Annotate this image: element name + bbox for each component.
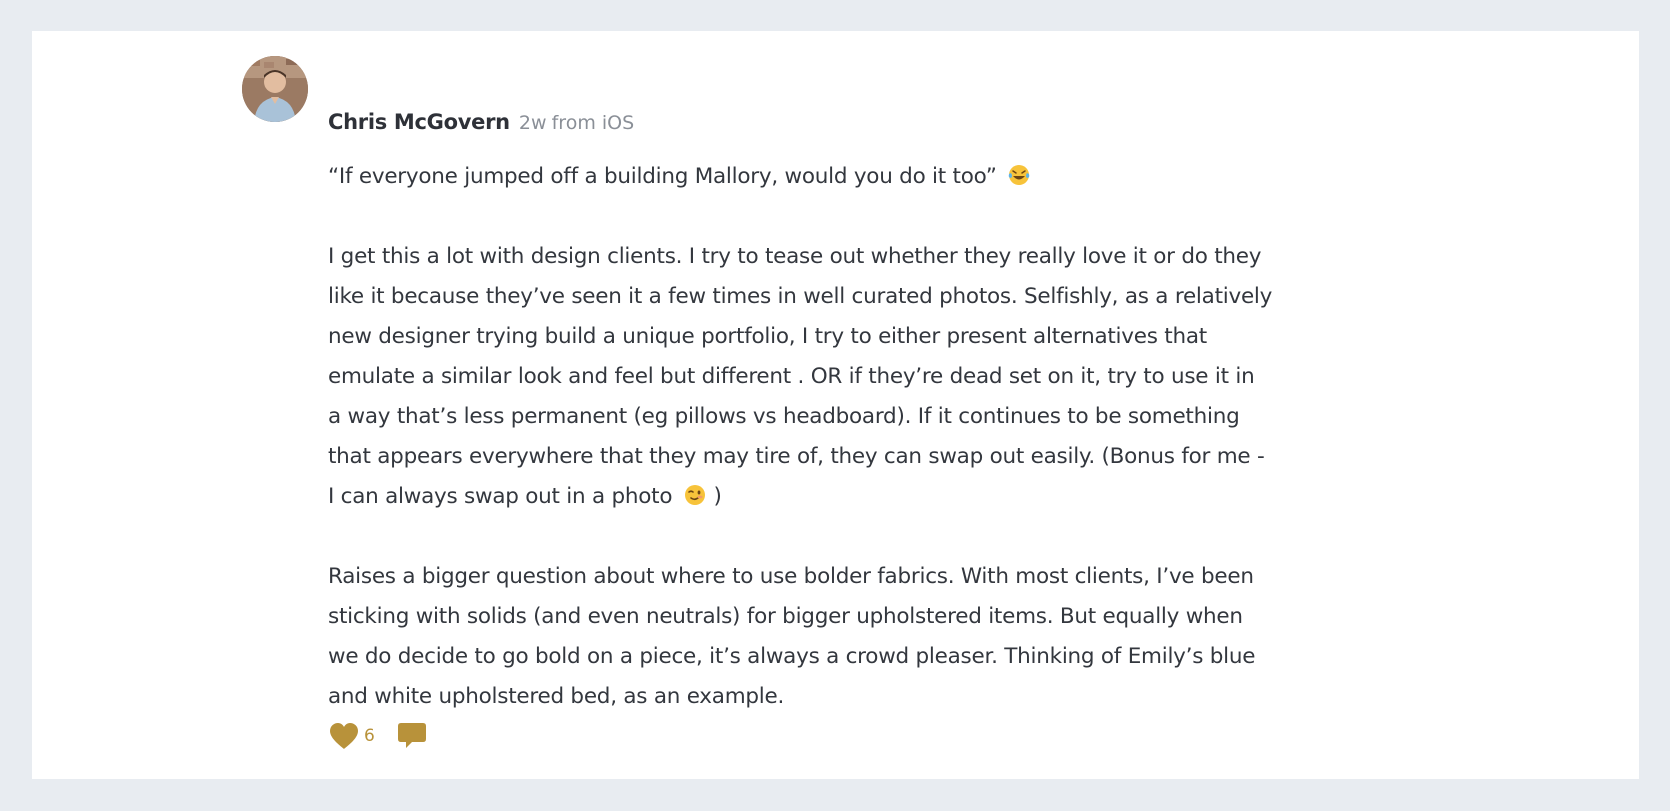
heart-icon	[330, 723, 358, 749]
post-line: we do decide to go bold on a piece, it’s…	[328, 644, 1256, 669]
post-body: “If everyone jumped off a building Mallo…	[328, 157, 1378, 717]
post-line: Raises a bigger question about where to …	[328, 564, 1254, 589]
avatar[interactable]	[242, 56, 308, 122]
post-line: I can always swap out in a photo )	[328, 484, 722, 509]
speech-bubble-icon	[397, 723, 426, 748]
post-line: sticking with solids (and even neutrals)…	[328, 604, 1243, 629]
avatar-photo	[242, 56, 308, 122]
post-line: like it because they’ve seen it a few ti…	[328, 284, 1273, 309]
post-line: emulate a similar look and feel but diff…	[328, 364, 1255, 389]
post-time[interactable]: 2w	[519, 112, 547, 134]
laughing-tears-emoji-icon	[1009, 165, 1030, 185]
post-meta: Chris McGovern 2w from iOS	[328, 107, 634, 139]
post-actions: 6	[328, 720, 427, 752]
author-name[interactable]: Chris McGovern	[328, 110, 510, 134]
post-line: “If everyone jumped off a building Mallo…	[328, 157, 1378, 197]
post-card: Chris McGovern 2w from iOS “If everyone …	[32, 31, 1639, 779]
comment-button[interactable]	[397, 722, 427, 750]
post-source: from iOS	[551, 112, 635, 134]
winking-face-emoji-icon	[684, 485, 705, 505]
post-line: new designer trying build a unique portf…	[328, 324, 1207, 349]
post-line: that appears everywhere that they may ti…	[328, 444, 1265, 469]
like-count: 6	[364, 726, 375, 746]
post-line: I get this a lot with design clients. I …	[328, 244, 1262, 269]
post-line: and white upholstered bed, as an example…	[328, 684, 785, 709]
post-line: a way that’s less permanent (eg pillows …	[328, 404, 1240, 429]
like-button[interactable]: 6	[328, 722, 375, 750]
